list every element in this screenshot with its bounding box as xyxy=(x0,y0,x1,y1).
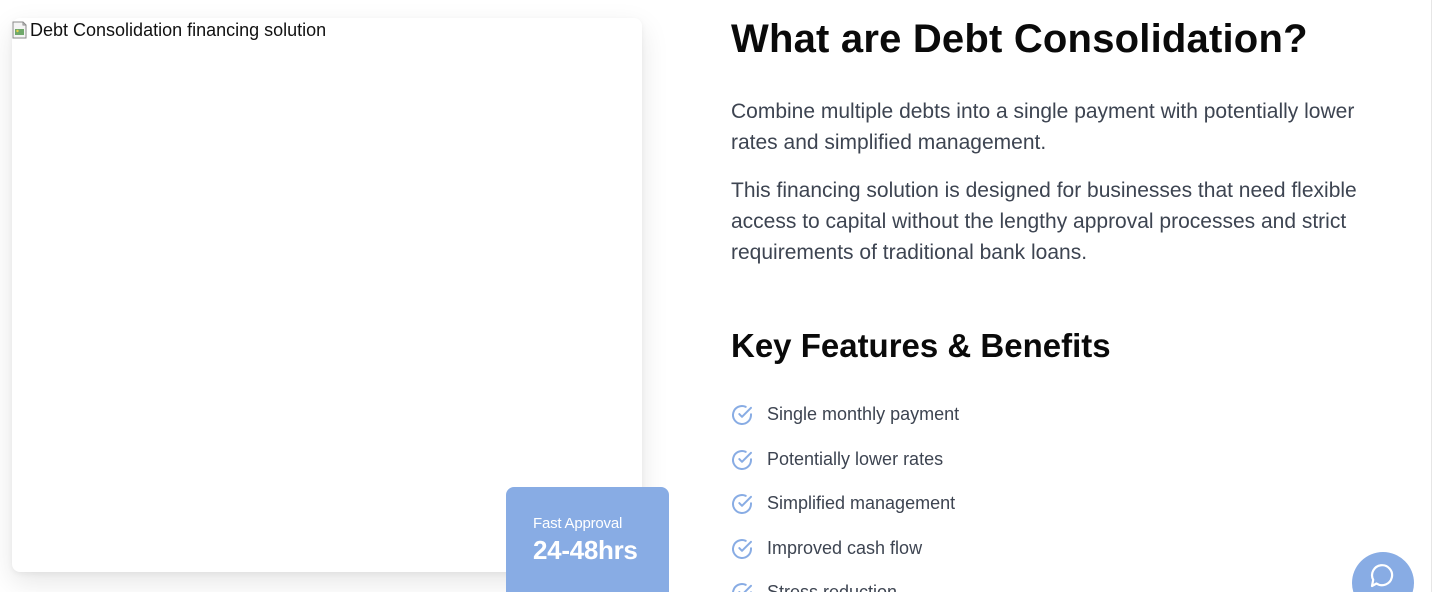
check-circle-icon xyxy=(731,449,753,471)
fast-approval-badge: Fast Approval 24-48hrs xyxy=(506,487,669,592)
check-circle-icon xyxy=(731,493,753,515)
feature-label: Potentially lower rates xyxy=(767,448,944,469)
chat-bubble-icon xyxy=(1370,563,1396,592)
feature-label: Single monthly payment xyxy=(767,404,960,425)
description-paragraph: This financing solution is designed for … xyxy=(731,179,1357,264)
feature-item: Single monthly payment xyxy=(731,392,1381,437)
scrollbar[interactable] xyxy=(1431,0,1438,592)
page: Debt Consolidation financing solution Fa… xyxy=(0,0,1438,592)
content-section: What are Debt Consolidation? Combine mul… xyxy=(731,14,1381,592)
feature-item: Stress reduction xyxy=(731,570,1381,592)
image-alt-text: Debt Consolidation financing solution xyxy=(30,20,327,40)
feature-label: Improved cash flow xyxy=(767,537,923,558)
check-circle-icon xyxy=(731,404,753,426)
broken-image-icon xyxy=(12,21,28,39)
feature-label: Simplified management xyxy=(767,493,956,514)
product-image: Debt Consolidation financing solution xyxy=(12,19,326,41)
check-circle-icon xyxy=(731,538,753,560)
feature-item: Potentially lower rates xyxy=(731,437,1381,482)
feature-label: Stress reduction xyxy=(767,581,897,592)
features-heading: Key Features & Benefits xyxy=(731,327,1111,364)
badge-value: 24-48hrs xyxy=(533,535,638,565)
badge-label: Fast Approval xyxy=(533,515,623,532)
feature-item: Improved cash flow xyxy=(731,526,1381,571)
intro-paragraph: Combine multiple debts into a single pay… xyxy=(731,100,1355,154)
page-title: What are Debt Consolidation? xyxy=(731,17,1308,61)
features-list: Single monthly payment Potentially lower… xyxy=(731,392,1381,592)
feature-item: Simplified management xyxy=(731,481,1381,526)
check-circle-icon xyxy=(731,582,753,592)
